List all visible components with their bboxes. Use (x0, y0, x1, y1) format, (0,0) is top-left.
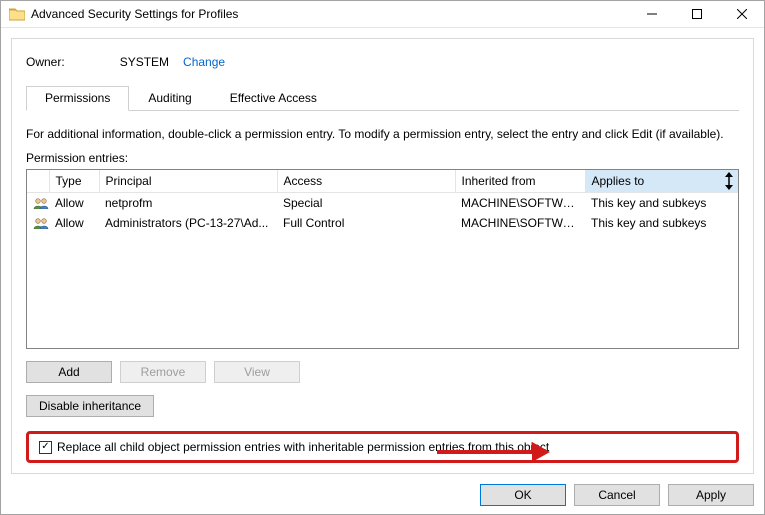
resize-cursor-icon (722, 172, 736, 193)
add-button[interactable]: Add (26, 361, 112, 383)
principal-group-icon (27, 213, 49, 233)
entry-buttons: Add Remove View (26, 361, 739, 383)
column-header-type[interactable]: Type (49, 170, 99, 192)
owner-value: SYSTEM (120, 55, 169, 69)
tab-auditing[interactable]: Auditing (129, 86, 210, 111)
table-header-row: Type Principal Access Inherited from App… (27, 170, 738, 192)
maximize-button[interactable] (674, 1, 719, 27)
cell-access: Full Control (277, 213, 455, 233)
view-button: View (214, 361, 300, 383)
ok-button[interactable]: OK (480, 484, 566, 506)
column-header-access[interactable]: Access (277, 170, 455, 192)
tab-strip: Permissions Auditing Effective Access (26, 85, 739, 111)
cell-principal: netprofm (99, 192, 277, 213)
remove-button: Remove (120, 361, 206, 383)
column-header-inherited[interactable]: Inherited from (455, 170, 585, 192)
owner-row: Owner: SYSTEM Change (26, 55, 739, 69)
cell-access: Special (277, 192, 455, 213)
window-body: Owner: SYSTEM Change Permissions Auditin… (1, 28, 764, 514)
folder-icon (9, 7, 25, 21)
table-row[interactable]: Allow Administrators (PC-13-27\Ad... Ful… (27, 213, 738, 233)
replace-child-entries-label: Replace all child object permission entr… (57, 440, 549, 454)
cell-principal: Administrators (PC-13-27\Ad... (99, 213, 277, 233)
window-title: Advanced Security Settings for Profiles (31, 7, 629, 21)
cell-inherited: MACHINE\SOFTWARE... (455, 213, 585, 233)
column-header-icon[interactable] (27, 170, 49, 192)
cell-applies: This key and subkeys (585, 213, 738, 233)
caption-buttons (629, 1, 764, 27)
description-text: For additional information, double-click… (26, 127, 739, 141)
change-owner-link[interactable]: Change (183, 55, 225, 69)
apply-button[interactable]: Apply (668, 484, 754, 506)
cell-type: Allow (49, 192, 99, 213)
column-header-principal[interactable]: Principal (99, 170, 277, 192)
tab-effective-access[interactable]: Effective Access (211, 86, 336, 111)
cell-applies: This key and subkeys (585, 192, 738, 213)
principal-group-icon (27, 192, 49, 213)
owner-label: Owner: (26, 55, 65, 69)
dialog-footer: OK Cancel Apply (11, 474, 754, 506)
replace-child-entries-row[interactable]: ✓ Replace all child object permission en… (26, 431, 739, 463)
titlebar: Advanced Security Settings for Profiles (1, 1, 764, 28)
table-row[interactable]: Allow netprofm Special MACHINE\SOFTWARE.… (27, 192, 738, 213)
disable-inheritance-button[interactable]: Disable inheritance (26, 395, 154, 417)
replace-child-entries-checkbox[interactable]: ✓ (39, 441, 52, 454)
cell-type: Allow (49, 213, 99, 233)
tab-permissions[interactable]: Permissions (26, 86, 129, 111)
content-panel: Owner: SYSTEM Change Permissions Auditin… (11, 38, 754, 474)
window-advanced-security: Advanced Security Settings for Profiles … (0, 0, 765, 515)
minimize-button[interactable] (629, 1, 674, 27)
entries-label: Permission entries: (26, 151, 739, 165)
permissions-table[interactable]: Type Principal Access Inherited from App… (26, 169, 739, 349)
cell-inherited: MACHINE\SOFTWARE... (455, 192, 585, 213)
cancel-button[interactable]: Cancel (574, 484, 660, 506)
close-button[interactable] (719, 1, 764, 27)
column-header-applies[interactable]: Applies to (585, 170, 738, 192)
